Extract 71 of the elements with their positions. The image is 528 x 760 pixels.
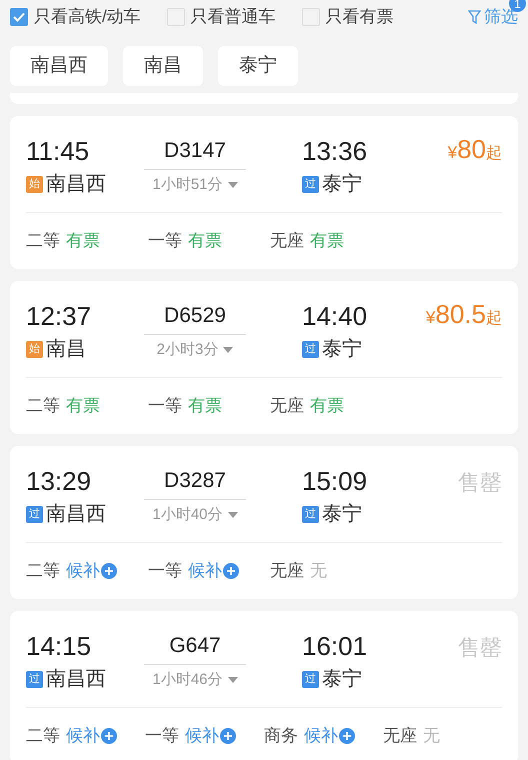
caret-icon bbox=[228, 182, 238, 188]
plus-icon[interactable] bbox=[101, 728, 117, 744]
seat-class: 无座 bbox=[270, 560, 304, 582]
departure-time: 12:37 bbox=[26, 300, 92, 333]
station-tag: 过 bbox=[302, 340, 319, 358]
seat-class: 二等 bbox=[26, 725, 60, 748]
departure-station: 南昌西 bbox=[46, 502, 106, 527]
seat-status: 无 bbox=[310, 560, 327, 582]
seat-class: 商务 bbox=[264, 725, 298, 748]
seat-status: 有票 bbox=[188, 230, 222, 252]
departure-time: 14:15 bbox=[26, 630, 92, 663]
station-tag: 始 bbox=[26, 340, 43, 358]
station-chip[interactable]: 泰宁 bbox=[218, 46, 298, 86]
price: ¥80.5起 bbox=[426, 301, 502, 331]
filter-icon bbox=[468, 10, 481, 24]
seat-status: 无 bbox=[423, 725, 440, 748]
seat-class: 无座 bbox=[270, 230, 304, 252]
plus-icon[interactable] bbox=[101, 563, 117, 579]
train-number: D3147 bbox=[144, 134, 246, 170]
plus-icon[interactable] bbox=[339, 728, 355, 744]
seat-class: 一等 bbox=[148, 230, 182, 252]
filter-label[interactable]: 只看有票 bbox=[326, 4, 394, 30]
seat-class: 一等 bbox=[148, 560, 182, 582]
train-number: D6529 bbox=[144, 299, 246, 335]
seat-class: 无座 bbox=[383, 725, 417, 748]
arrival-station: 泰宁 bbox=[322, 172, 362, 197]
seat-class: 一等 bbox=[148, 395, 182, 418]
seat-status: 有票 bbox=[310, 395, 344, 418]
station-tag: 过 bbox=[26, 506, 43, 522]
plus-icon[interactable] bbox=[220, 728, 236, 744]
station-tag: 始 bbox=[26, 176, 43, 192]
arrival-station: 泰宁 bbox=[322, 502, 362, 527]
arrival-time: 14:40 bbox=[302, 300, 368, 333]
filter-label[interactable]: 只看高铁/动车 bbox=[34, 4, 141, 30]
arrival-time: 13:36 bbox=[302, 135, 368, 168]
filter-label[interactable]: 只看普通车 bbox=[190, 4, 276, 30]
station-tag: 过 bbox=[302, 176, 319, 192]
station-tag: 过 bbox=[302, 506, 319, 522]
seat-class: 二等 bbox=[26, 560, 60, 582]
seat-status: 有票 bbox=[66, 230, 100, 252]
seat-class: 一等 bbox=[145, 725, 179, 748]
seat-status: 有票 bbox=[310, 230, 344, 252]
train-card[interactable]: 11:45 始 南昌西 D3147 1小时51分 13:36 过 泰宁 ¥80起 二等 有票 一等 有票 无座 有票 bbox=[10, 116, 518, 269]
departure-time: 11:45 bbox=[26, 135, 90, 168]
train-number: G647 bbox=[144, 629, 246, 665]
caret-icon bbox=[228, 512, 238, 518]
seat-class: 二等 bbox=[26, 230, 60, 252]
arrival-time: 15:09 bbox=[302, 465, 368, 498]
seat-status: 有票 bbox=[66, 395, 100, 418]
plus-icon[interactable] bbox=[223, 563, 239, 579]
departure-station: 南昌西 bbox=[46, 172, 106, 197]
arrival-station: 泰宁 bbox=[322, 667, 362, 692]
caret-icon bbox=[223, 347, 234, 353]
station-tag: 过 bbox=[302, 670, 319, 688]
seat-class: 无座 bbox=[270, 395, 304, 418]
station-chip[interactable]: 南昌 bbox=[123, 46, 203, 86]
departure-station: 南昌 bbox=[46, 337, 86, 362]
seat-status: 有票 bbox=[188, 395, 222, 418]
departure-time: 13:29 bbox=[26, 465, 92, 498]
station-tag: 过 bbox=[26, 670, 43, 688]
check-icon bbox=[13, 12, 25, 22]
train-card[interactable]: 12:37 始 南昌 D6529 2小时3分 14:40 过 泰宁 ¥80.5起 二等 有票 一等 有票 无座 有票 bbox=[10, 281, 518, 434]
train-number: D3287 bbox=[144, 464, 246, 500]
station-chip[interactable]: 南昌西 bbox=[10, 46, 108, 86]
caret-icon bbox=[228, 677, 238, 683]
arrival-time: 16:01 bbox=[302, 630, 368, 663]
checkbox[interactable] bbox=[10, 8, 28, 26]
arrival-station: 泰宁 bbox=[322, 337, 362, 362]
seat-class: 二等 bbox=[26, 395, 60, 418]
departure-station: 南昌西 bbox=[46, 667, 106, 692]
price: ¥80起 bbox=[448, 136, 502, 166]
